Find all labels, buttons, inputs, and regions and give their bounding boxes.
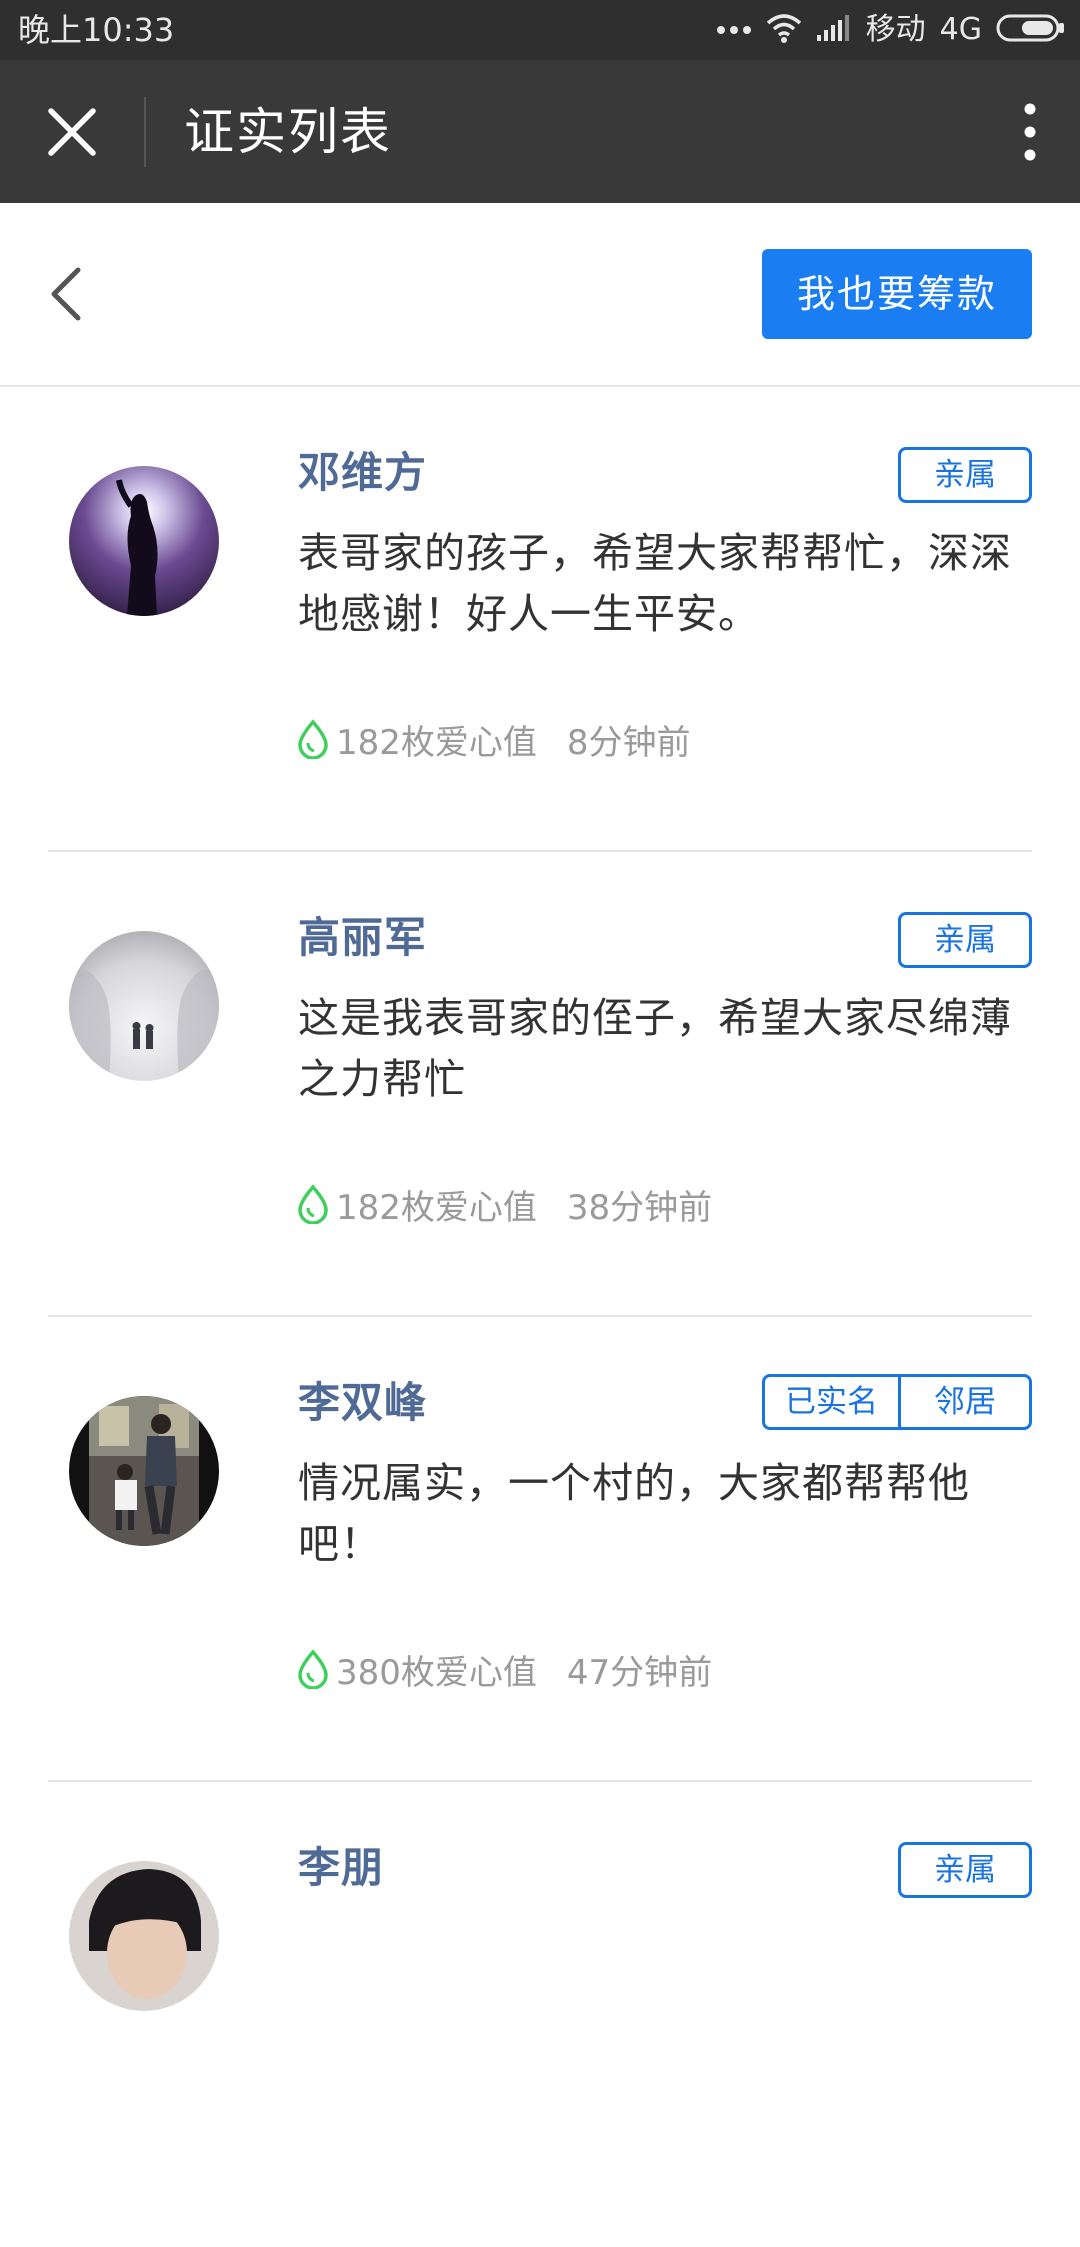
commenter-name: 邓维方 [298, 448, 428, 497]
list-item: 邓维方 亲属 表哥家的孩子，希望大家帮帮忙，深深地感谢！好人一生平安。 182枚… [48, 387, 1032, 852]
dots-icon [716, 21, 752, 40]
tag-relation: 亲属 [934, 1852, 996, 1888]
title-divider [144, 97, 146, 167]
status-icons: 移动 4G [702, 10, 1066, 50]
relation-tag: 亲属 [898, 447, 1032, 503]
avatar[interactable] [69, 1396, 219, 1546]
love-value: 182枚爱心值 [336, 722, 537, 763]
back-button[interactable] [36, 259, 96, 329]
status-bar: 晚上10:33 移动 4G [0, 0, 1080, 60]
comment-text: 情况属实，一个村的，大家都帮帮他吧！ [298, 1459, 970, 1568]
relation-tag: 亲属 [898, 1842, 1032, 1898]
relation-tag: 亲属 [898, 912, 1032, 968]
time-ago: 8分钟前 [566, 722, 691, 763]
love-drop-icon [296, 719, 330, 759]
tag-relation: 亲属 [934, 922, 996, 958]
status-time: 晚上10:33 [18, 11, 175, 49]
commenter-name: 高丽军 [298, 913, 428, 962]
avatar[interactable] [69, 466, 219, 616]
network-type-label: 4G [939, 12, 982, 47]
list-item: 李双峰 已实名 邻居 情况属实，一个村的，大家都帮帮他吧！ 380枚爱心值 47… [48, 1317, 1032, 1782]
chevron-left-icon [51, 267, 81, 321]
time-ago: 38分钟前 [566, 1187, 713, 1228]
page-title: 证实列表 [184, 103, 392, 161]
meta-row: 182枚爱心值 8分钟前 [296, 715, 691, 763]
comment-text: 表哥家的孩子，希望大家帮帮忙，深深地感谢！好人一生平安。 [298, 529, 1012, 638]
carrier-label: 移动 [865, 12, 926, 47]
start-fundraising-button[interactable]: 我也要筹款 [762, 249, 1032, 339]
commenter-name: 李双峰 [298, 1378, 428, 1427]
relation-tag: 已实名 邻居 [762, 1374, 1032, 1430]
avatar[interactable] [69, 931, 219, 1081]
title-bar: 证实列表 [0, 60, 1080, 203]
commenter-name: 李朋 [298, 1843, 385, 1892]
love-value: 182枚爱心值 [336, 1187, 537, 1228]
close-button[interactable] [38, 102, 106, 162]
more-vertical-icon [1024, 103, 1036, 161]
avatar[interactable] [69, 1861, 219, 2011]
more-button[interactable] [1000, 96, 1060, 168]
list-item: 高丽军 亲属 这是我表哥家的侄子，希望大家尽绵薄之力帮忙 182枚爱心值 38分… [48, 852, 1032, 1317]
battery-icon [996, 13, 1066, 47]
love-drop-icon [296, 1184, 330, 1224]
list-item: 李朋 亲属 [48, 1782, 1032, 2247]
tag-relation: 亲属 [934, 457, 996, 493]
tag-relation: 邻居 [898, 1377, 1029, 1427]
wifi-icon [766, 13, 802, 47]
sub-header: 我也要筹款 [0, 203, 1080, 387]
time-ago: 47分钟前 [566, 1652, 713, 1693]
tag-verified: 已实名 [785, 1384, 878, 1420]
comment-text: 这是我表哥家的侄子，希望大家尽绵薄之力帮忙 [298, 994, 1012, 1103]
meta-row: 182枚爱心值 38分钟前 [296, 1180, 712, 1228]
meta-row: 380枚爱心值 47分钟前 [296, 1645, 712, 1693]
close-icon [48, 108, 96, 156]
signal-icon [816, 13, 852, 47]
love-value: 380枚爱心值 [336, 1652, 537, 1693]
love-drop-icon [296, 1649, 330, 1689]
